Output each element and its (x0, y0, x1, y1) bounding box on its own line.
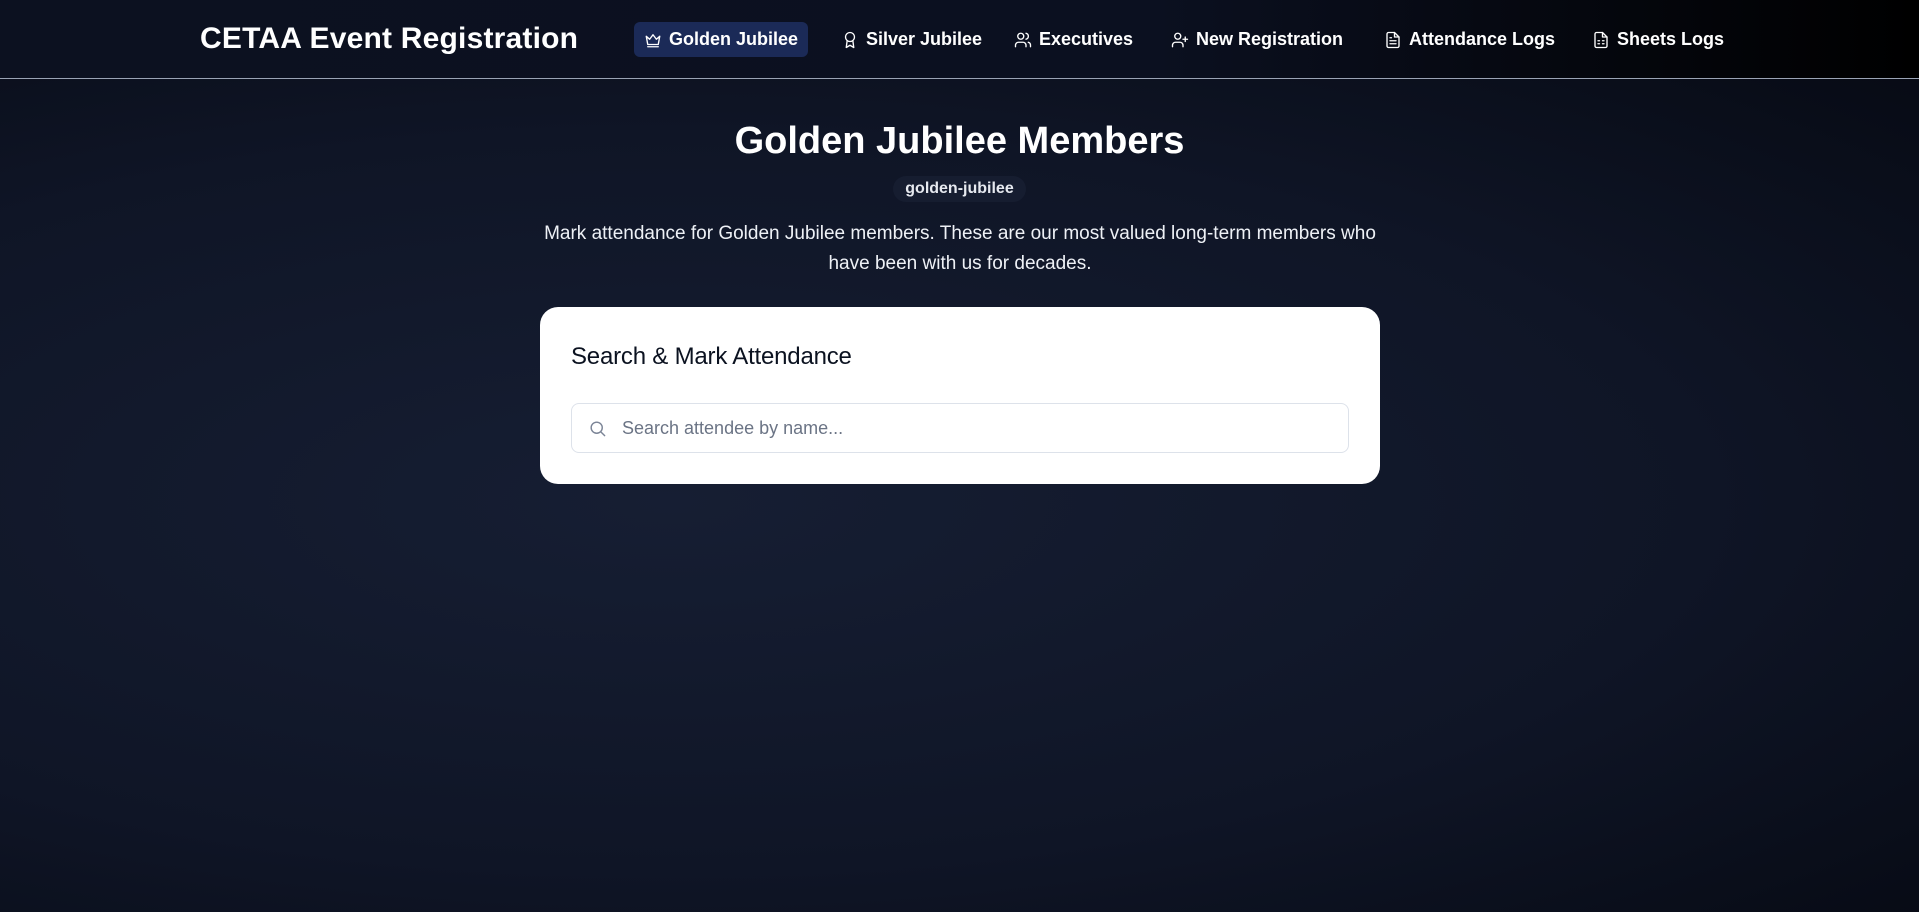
crown-icon (645, 33, 661, 47)
page-description: Mark attendance for Golden Jubilee membe… (544, 223, 1376, 274)
search-input[interactable] (622, 404, 1332, 452)
search-icon (590, 421, 606, 437)
nav-sheets-logs[interactable]: Sheets Logs (1582, 22, 1734, 57)
award-icon (844, 31, 856, 48)
badge-container: golden-jubilee (0, 176, 1919, 202)
users-icon (1014, 32, 1032, 47)
search-field[interactable] (571, 403, 1349, 453)
nav-label: Silver Jubilee (866, 29, 983, 49)
file-spreadsheet-icon (1594, 31, 1608, 48)
nav-label: Sheets Logs (1617, 29, 1725, 49)
user-plus-icon (1171, 32, 1189, 47)
brand-title[interactable]: CETAA Event Registration (200, 22, 578, 56)
category-badge: golden-jubilee (893, 176, 1026, 202)
nav-executives[interactable]: Executives (1004, 22, 1143, 57)
page-title: Golden Jubilee Members (734, 120, 1185, 162)
file-text-icon (1386, 31, 1400, 48)
nav-new-registration[interactable]: New Registration (1161, 22, 1353, 57)
nav-attendance-logs[interactable]: Attendance Logs (1374, 22, 1565, 57)
nav-label: New Registration (1196, 29, 1344, 49)
nav-silver-jubilee[interactable]: Silver Jubilee (831, 22, 992, 57)
nav-label: Attendance Logs (1409, 29, 1556, 49)
nav-label: Golden Jubilee (669, 29, 799, 49)
attendance-card: Search & Mark Attendance (540, 307, 1380, 484)
nav-golden-jubilee[interactable]: Golden Jubilee (634, 22, 809, 57)
nav-label: Executives (1039, 29, 1134, 49)
top-navbar: CETAA Event Registration Golden Jubilee … (0, 0, 1919, 79)
card-title: Search & Mark Attendance (571, 343, 852, 370)
